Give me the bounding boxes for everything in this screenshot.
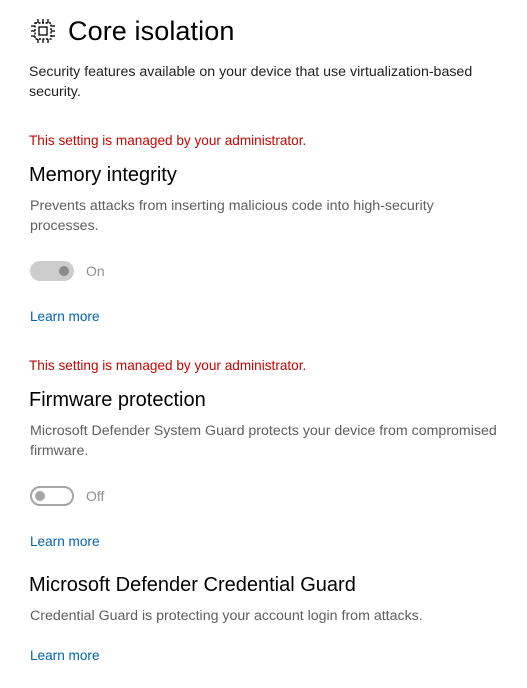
memory-integrity-description: Prevents attacks from inserting maliciou…	[30, 198, 434, 234]
memory-integrity-toggle[interactable]	[30, 261, 74, 281]
toggle-knob	[35, 491, 45, 501]
memory-integrity-toggle-row: On	[30, 261, 105, 281]
firmware-protection-toggle[interactable]	[30, 486, 74, 506]
memory-integrity-toggle-state: On	[86, 263, 105, 279]
page-header: Core isolation	[30, 14, 235, 48]
core-isolation-chip-icon	[30, 18, 56, 44]
intro-description: Security features available on your devi…	[29, 64, 473, 100]
firmware-protection-description: Microsoft Defender System Guard protects…	[30, 423, 497, 459]
firmware-protection-toggle-state: Off	[86, 488, 105, 504]
page-title: Core isolation	[68, 15, 235, 46]
credential-guard-title: Microsoft Defender Credential Guard	[29, 574, 356, 596]
memory-integrity-title: Memory integrity	[29, 164, 177, 186]
firmware-protection-admin-note: This setting is managed by your administ…	[29, 358, 307, 373]
firmware-protection-title: Firmware protection	[29, 389, 206, 411]
credential-guard-learn-more-link[interactable]: Learn more	[30, 648, 100, 663]
firmware-protection-toggle-row: Off	[30, 486, 104, 506]
toggle-knob	[59, 266, 69, 276]
firmware-protection-learn-more-link[interactable]: Learn more	[30, 534, 100, 549]
core-isolation-page: Core isolation Security features availab…	[0, 0, 527, 688]
credential-guard-description: Credential Guard is protecting your acco…	[30, 608, 423, 624]
memory-integrity-admin-note: This setting is managed by your administ…	[29, 133, 307, 148]
memory-integrity-learn-more-link[interactable]: Learn more	[30, 309, 100, 324]
